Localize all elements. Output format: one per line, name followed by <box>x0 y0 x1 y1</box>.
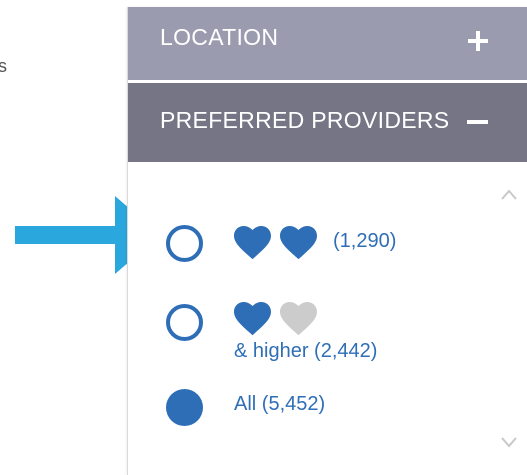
minus-icon[interactable] <box>467 120 488 124</box>
heart-empty-icon <box>280 302 317 336</box>
heart-filled-icon <box>280 226 317 260</box>
plus-icon[interactable] <box>468 31 488 51</box>
radio-button[interactable] <box>166 225 203 262</box>
location-filter-header[interactable]: LOCATION <box>128 7 527 80</box>
heart-filled-icon <box>234 302 271 336</box>
radio-button[interactable] <box>166 304 203 341</box>
option-one-heart-and-higher[interactable]: & higher (2,442) <box>166 302 466 372</box>
option-label: All (5,452) <box>234 393 326 415</box>
preferred-providers-options: (1,290) & higher (2,442) All (5,452) <box>128 162 527 475</box>
heart-filled-icon <box>234 226 271 260</box>
option-count: & higher (2,442) <box>234 340 378 362</box>
option-two-hearts[interactable]: (1,290) <box>166 224 466 264</box>
radio-button-selected[interactable] <box>166 389 203 426</box>
scroll-down-chevron-icon[interactable] <box>501 437 517 449</box>
preferred-providers-label: PREFERRED PROVIDERS <box>160 107 450 133</box>
edge-text: s <box>0 56 7 76</box>
preferred-providers-header[interactable]: PREFERRED PROVIDERS <box>128 83 527 162</box>
location-filter-label: LOCATION <box>160 24 279 50</box>
scroll-up-chevron-icon[interactable] <box>501 188 517 200</box>
option-all[interactable]: All (5,452) <box>166 384 466 426</box>
filter-panel: LOCATION PREFERRED PROVIDERS (1,290) & h… <box>127 7 527 475</box>
option-count: (1,290) <box>333 230 397 252</box>
